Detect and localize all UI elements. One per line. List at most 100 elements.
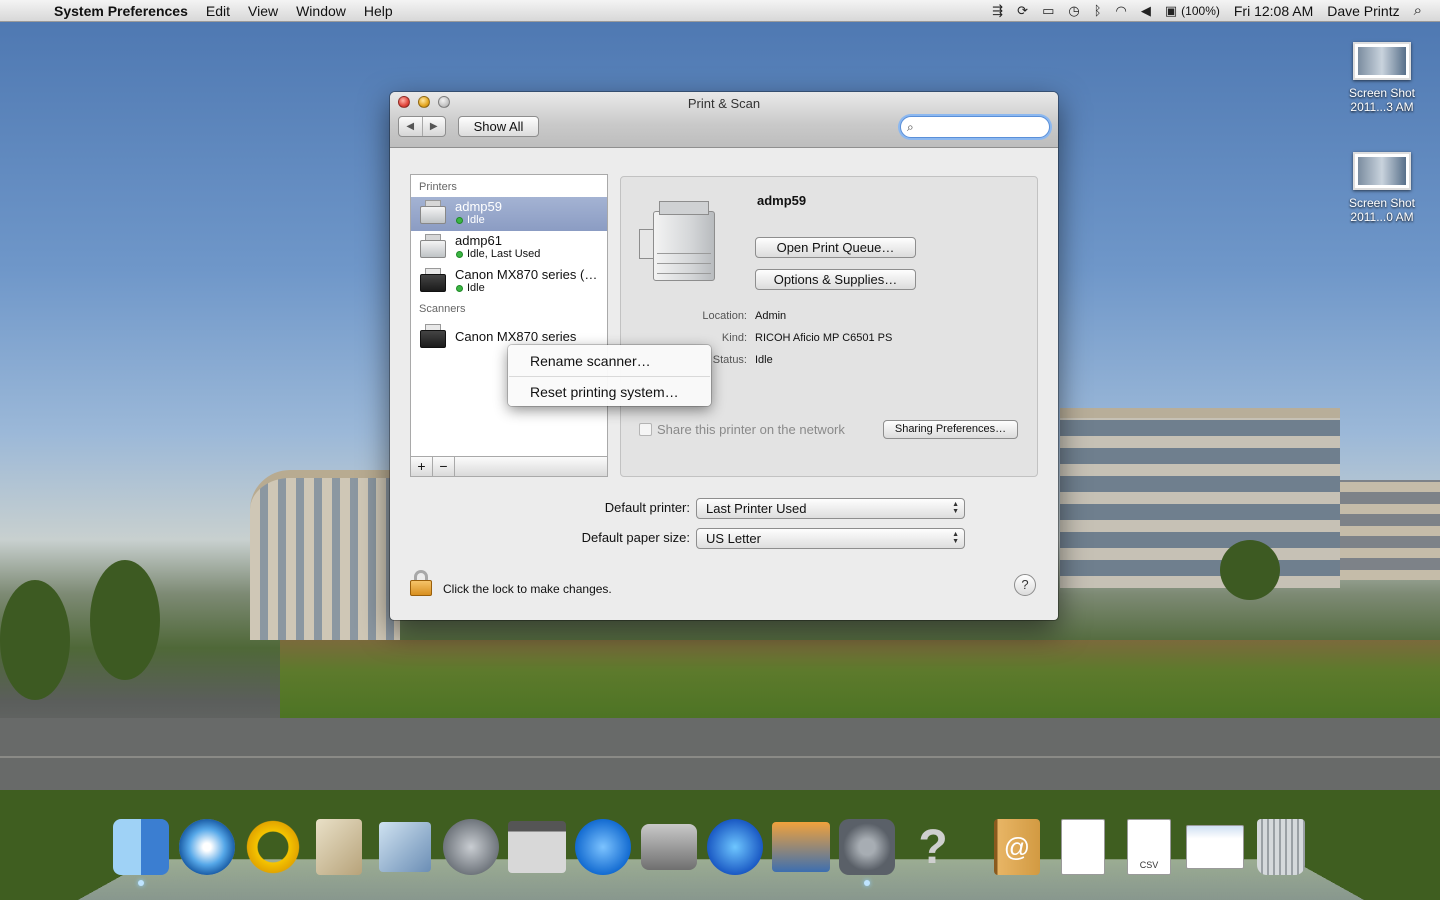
- default-printer-value: Last Printer Used: [706, 501, 807, 516]
- menu-separator: [509, 376, 710, 377]
- trash-icon: [1257, 819, 1305, 875]
- csv-label: CSV: [1139, 860, 1159, 870]
- app-store-icon: [575, 819, 631, 875]
- dock-photo-booth[interactable]: [508, 816, 566, 878]
- dock-app-store[interactable]: [574, 816, 632, 878]
- status-label: Status:: [712, 354, 747, 366]
- dock-safari[interactable]: [178, 816, 236, 878]
- printer-row-canon-mx870[interactable]: Canon MX870 series (… Idle: [411, 265, 607, 299]
- clock-icon[interactable]: ◷: [1068, 3, 1079, 19]
- printer-name: admp61: [455, 233, 502, 248]
- kind-value: RICOH Aficio MP C6501 PS: [755, 332, 893, 344]
- time-machine-icon[interactable]: ⇶: [992, 3, 1003, 19]
- printer-name: admp59: [455, 199, 502, 214]
- forward-button[interactable]: ▶: [421, 117, 446, 136]
- window-toolbar: Print & Scan ◀ ▶ Show All ⌕: [390, 92, 1058, 148]
- dock-iphoto[interactable]: [772, 816, 830, 878]
- scanner-icon: [417, 323, 451, 353]
- default-printer-select[interactable]: Last Printer Used ▲ ▼: [696, 498, 965, 519]
- laser-printer-icon: [417, 199, 451, 229]
- dock-csv-document[interactable]: CSV: [1120, 816, 1178, 878]
- running-indicator-icon: [138, 880, 144, 886]
- help-button[interactable]: ?: [1014, 574, 1036, 596]
- lock-icon[interactable]: [410, 570, 432, 596]
- spotlight-icon[interactable]: ⌕: [1414, 2, 1422, 19]
- list-add-remove-bar: + −: [410, 456, 608, 477]
- dock-system-preferences[interactable]: [838, 816, 896, 886]
- menu-help[interactable]: Help: [364, 3, 393, 19]
- share-printer-label: Share this printer on the network: [657, 422, 845, 437]
- laser-printer-icon: [417, 233, 451, 263]
- share-printer-option[interactable]: Share this printer on the network: [639, 422, 845, 437]
- desktop-file-screenshot-2[interactable]: Screen Shot 2011...0 AM: [1332, 152, 1432, 224]
- system-preferences-icon: [839, 819, 895, 875]
- sharing-preferences-button[interactable]: Sharing Preferences…: [883, 420, 1018, 439]
- desktop-file-label: 2011...3 AM: [1350, 100, 1414, 114]
- reset-printing-system-menu-item[interactable]: Reset printing system…: [508, 381, 711, 403]
- printer-name: Canon MX870 series (…: [455, 267, 598, 282]
- options-supplies-button[interactable]: Options & Supplies…: [755, 269, 916, 290]
- battery-percent[interactable]: (100%): [1181, 4, 1220, 18]
- battery-icon[interactable]: ▭: [1042, 3, 1054, 19]
- menu-bar: System Preferences Edit View Window Help…: [0, 0, 1440, 22]
- dock-preview[interactable]: [376, 816, 434, 878]
- wallpaper-building-far: [1340, 480, 1440, 580]
- volume-icon[interactable]: ◀: [1141, 3, 1151, 19]
- address-book-glyph: @: [1003, 831, 1031, 862]
- wallpaper-road-line: [0, 756, 1440, 758]
- dock-help[interactable]: ?: [904, 816, 962, 878]
- question-mark-icon: ?: [918, 820, 948, 874]
- printer-row-admp61[interactable]: admp61 Idle, Last Used: [411, 231, 607, 265]
- wallpaper-tree: [1220, 540, 1280, 600]
- back-button[interactable]: ◀: [399, 117, 422, 136]
- wifi-icon[interactable]: ◠: [1116, 3, 1127, 19]
- nav-back-forward: ◀ ▶: [398, 116, 446, 137]
- bluetooth-icon[interactable]: ᛒ: [1094, 3, 1102, 18]
- search-field[interactable]: ⌕: [900, 116, 1050, 138]
- dock-itunes[interactable]: [706, 816, 764, 878]
- dock-opera[interactable]: [244, 816, 302, 878]
- battery-status-icon[interactable]: ▣: [1165, 3, 1177, 19]
- dock-trash[interactable]: [1252, 816, 1310, 878]
- search-input[interactable]: [921, 119, 1041, 135]
- add-printer-button[interactable]: +: [411, 457, 433, 476]
- show-all-button[interactable]: Show All: [458, 116, 539, 137]
- remove-printer-button[interactable]: −: [433, 457, 455, 476]
- menu-app-name[interactable]: System Preferences: [54, 3, 188, 19]
- dock-facetime[interactable]: [640, 816, 698, 878]
- dock-document[interactable]: [1054, 816, 1112, 878]
- photo-booth-icon: [508, 821, 566, 873]
- wallpaper-building-right: [1060, 408, 1340, 588]
- menu-window[interactable]: Window: [296, 3, 346, 19]
- printer-list[interactable]: Printers admp59 Idle admp61 Idle, Last U…: [410, 174, 608, 477]
- sync-icon[interactable]: ⟳: [1017, 3, 1028, 19]
- dock-launchpad[interactable]: [442, 816, 500, 878]
- rename-scanner-menu-item[interactable]: Rename scanner…: [508, 350, 711, 372]
- dock-web-document[interactable]: [1186, 816, 1244, 878]
- open-print-queue-button[interactable]: Open Print Queue…: [755, 237, 916, 258]
- menu-edit[interactable]: Edit: [206, 3, 230, 19]
- dock-contacts[interactable]: @: [988, 816, 1046, 878]
- running-indicator-icon: [864, 880, 870, 886]
- popup-arrows-icon: ▲ ▼: [952, 531, 959, 545]
- dock-mail[interactable]: [310, 816, 368, 878]
- context-menu: Rename scanner… Reset printing system…: [508, 345, 711, 406]
- menu-user[interactable]: Dave Printz: [1327, 3, 1399, 19]
- printer-row-admp59[interactable]: admp59 Idle: [411, 197, 607, 231]
- status-dot-icon: [456, 285, 463, 292]
- default-paper-select[interactable]: US Letter ▲ ▼: [696, 528, 965, 549]
- inkjet-printer-icon: [417, 267, 451, 297]
- address-book-icon: @: [994, 819, 1040, 875]
- popup-arrows-icon: ▲ ▼: [952, 501, 959, 515]
- printer-detail-name: admp59: [757, 193, 807, 208]
- dock-finder[interactable]: [112, 816, 170, 886]
- menu-view[interactable]: View: [248, 3, 278, 19]
- desktop-file-label: Screen Shot: [1348, 196, 1416, 210]
- scanner-name: Canon MX870 series: [455, 329, 577, 344]
- desktop-file-label: 2011...0 AM: [1350, 210, 1414, 224]
- share-printer-checkbox[interactable]: [639, 423, 652, 436]
- menu-clock[interactable]: Fri 12:08 AM: [1234, 3, 1313, 19]
- opera-icon: [245, 819, 301, 875]
- desktop-file-screenshot-1[interactable]: Screen Shot 2011...3 AM: [1332, 42, 1432, 114]
- printer-status: Idle: [467, 282, 485, 294]
